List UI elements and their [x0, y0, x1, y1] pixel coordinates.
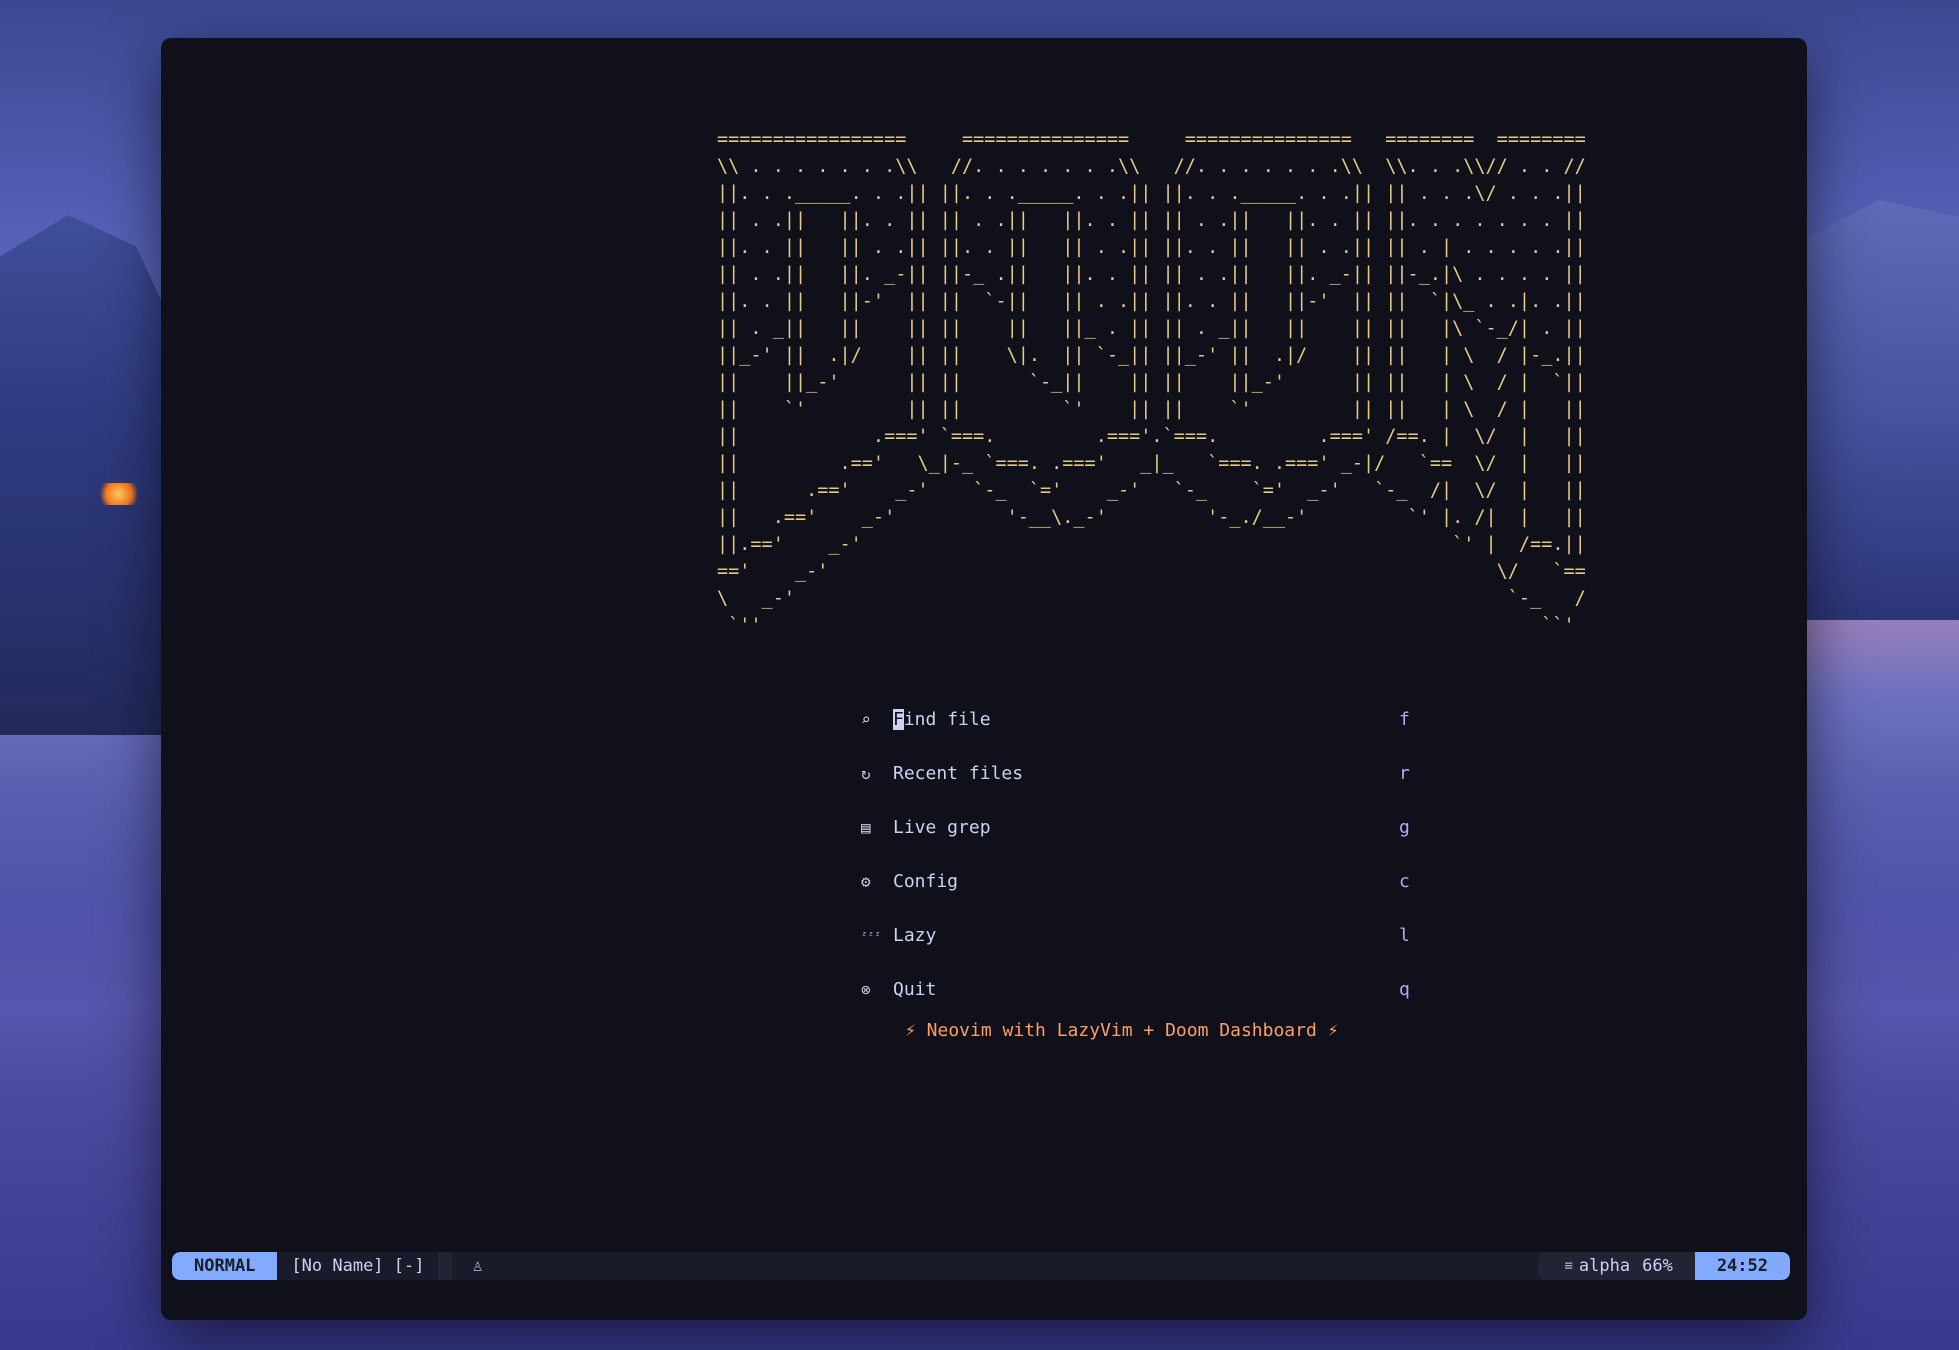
- dashboard-menu: ⌕ Find file f ↻ Recent files r ▤ Live gr…: [861, 692, 1421, 1016]
- menu-label-lazy: Lazy: [893, 924, 937, 946]
- menu-item-lazy[interactable]: ᶻᶻᶻ Lazy l: [861, 908, 1421, 962]
- menu-item-find-file[interactable]: ⌕ Find file f: [861, 692, 1421, 746]
- menu-item-live-grep[interactable]: ▤ Live grep g: [861, 800, 1421, 854]
- filetype-block: ≡ alpha 66%: [1538, 1252, 1695, 1280]
- menu-label-live-grep: Live grep: [893, 816, 991, 838]
- statusline: NORMAL [No Name] [-] ♙ ≡ alpha 66% 24:52: [172, 1252, 1790, 1280]
- filename-indicator: [No Name] [-]: [291, 1256, 425, 1276]
- cursor-block: F: [893, 708, 904, 730]
- live-grep-icon: ▤: [861, 817, 871, 837]
- menu-label-find-file-rest: ind file: [903, 708, 991, 730]
- wallpaper-mountain-right: [1799, 200, 1959, 620]
- menu-key-live-grep: g: [1399, 816, 1410, 838]
- menu-label-find-file: Find file: [893, 708, 991, 730]
- dashboard-footer: ⚡ Neovim with LazyVim + Doom Dashboard ⚡: [905, 1020, 1339, 1041]
- sleep-icon: ᶻᶻᶻ: [861, 928, 881, 942]
- menu-item-quit[interactable]: ⊗ Quit q: [861, 962, 1421, 1016]
- wallpaper-mountain-left: [0, 215, 170, 735]
- git-icon: ♙: [472, 1256, 483, 1276]
- filetype-label: alpha: [1578, 1256, 1631, 1276]
- menu-key-lazy: l: [1399, 924, 1410, 946]
- menu-key-quit: q: [1399, 978, 1410, 1000]
- menu-key-find-file: f: [1399, 708, 1410, 730]
- menu-item-config[interactable]: ⚙ Config c: [861, 854, 1421, 908]
- doom-ascii-banner: ================= =============== ======…: [717, 129, 1586, 636]
- filetype-icon: ≡: [1564, 1258, 1573, 1274]
- terminal-window[interactable]: ================= =============== ======…: [161, 38, 1807, 1320]
- scroll-percent: 66%: [1642, 1256, 1673, 1276]
- menu-label-quit: Quit: [893, 978, 937, 1000]
- gear-icon: ⚙: [861, 871, 871, 891]
- quit-icon: ⊗: [861, 979, 871, 999]
- find-file-icon: ⌕: [861, 709, 871, 729]
- wallpaper-fire: [96, 483, 142, 505]
- statusline-separator: [438, 1252, 453, 1280]
- menu-key-config: c: [1399, 870, 1410, 892]
- menu-item-recent-files[interactable]: ↻ Recent files r: [861, 746, 1421, 800]
- menu-key-recent-files: r: [1399, 762, 1410, 784]
- clock: 24:52: [1694, 1252, 1790, 1280]
- mode-indicator: NORMAL: [172, 1252, 278, 1280]
- menu-label-config: Config: [893, 870, 959, 892]
- recent-files-icon: ↻: [861, 763, 871, 783]
- menu-label-recent-files: Recent files: [893, 762, 1024, 784]
